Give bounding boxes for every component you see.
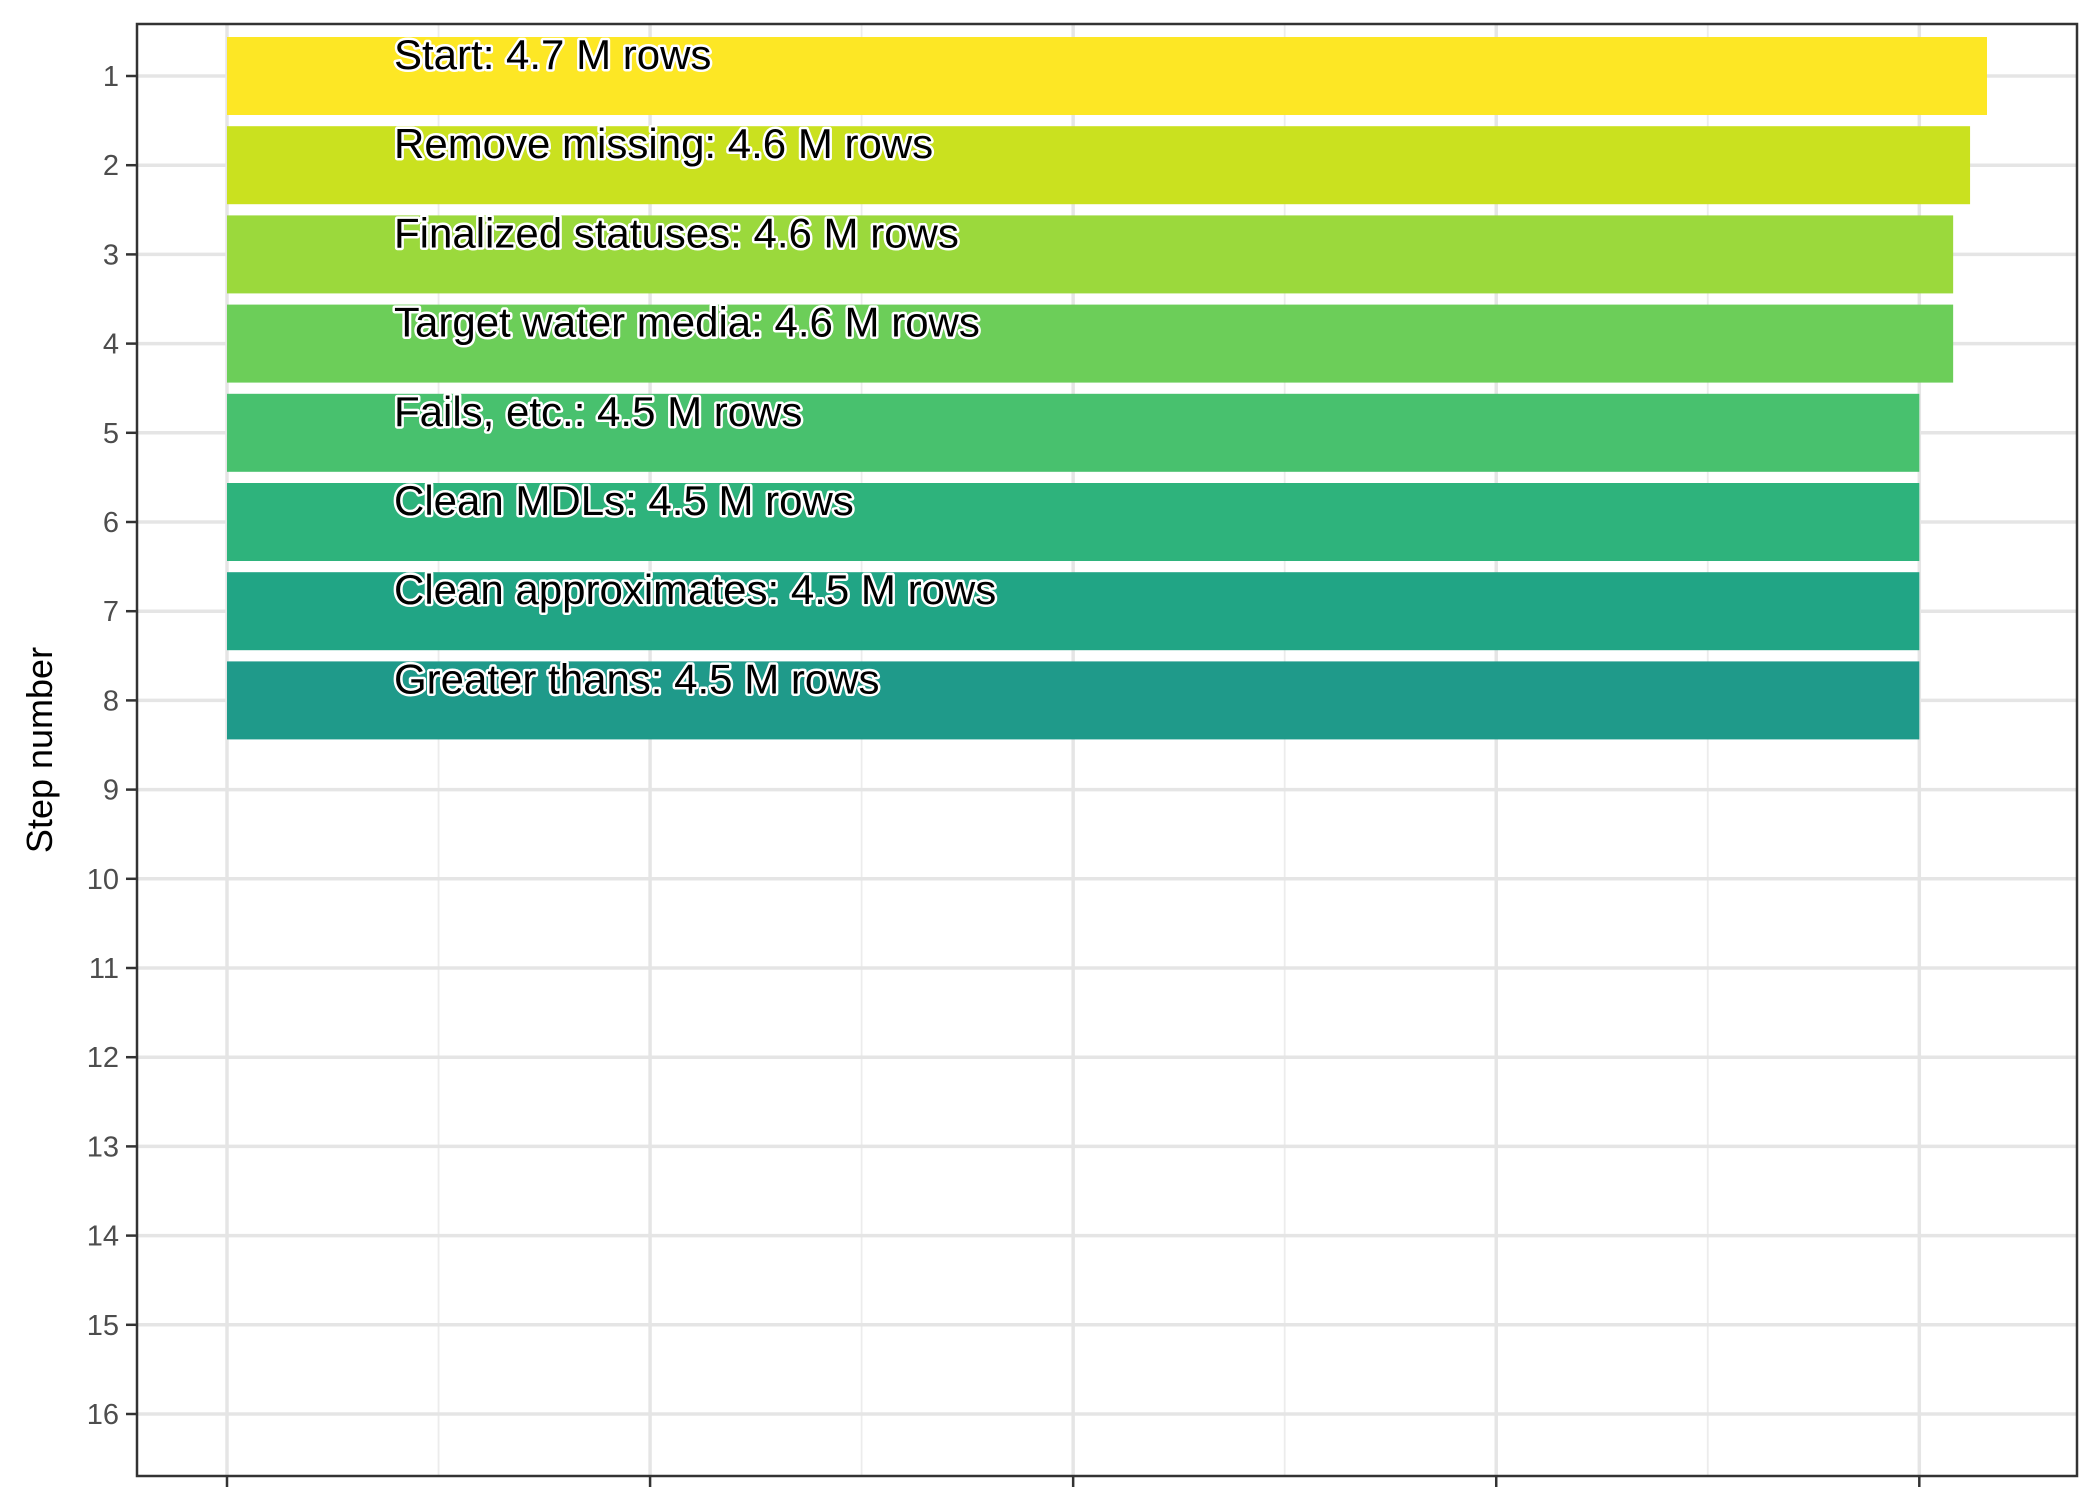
- y-tick-label: 13: [87, 1131, 119, 1163]
- y-tick-label: 1: [103, 61, 119, 93]
- y-tick-label: 7: [103, 596, 119, 628]
- y-axis-ticks: 12345678910111213141516: [87, 61, 137, 1431]
- y-tick-label: 8: [103, 685, 119, 717]
- y-axis-title: Step number: [19, 647, 60, 853]
- bar-label-step-8: Greater thans: 4.5 M rows: [394, 655, 880, 702]
- y-tick-label: 16: [87, 1399, 119, 1431]
- y-tick-label: 10: [87, 864, 119, 896]
- bar-label-step-2: Remove missing: 4.6 M rows: [394, 120, 933, 167]
- bar-label-step-5: Fails, etc.: 4.5 M rows: [394, 388, 802, 435]
- x-axis-ticks: [225, 1476, 1921, 1487]
- bar-label-step-3: Finalized statuses: 4.6 M rows: [394, 209, 959, 256]
- y-tick-label: 2: [103, 150, 119, 182]
- y-tick-label: 6: [103, 507, 119, 539]
- bar-label-step-1: Start: 4.7 M rows: [394, 31, 711, 78]
- y-tick-label: 9: [103, 775, 119, 807]
- y-tick-label: 15: [87, 1310, 119, 1342]
- bar-label-step-7: Clean approximates: 4.5 M rows: [394, 566, 996, 613]
- y-tick-label: 5: [103, 418, 119, 450]
- y-tick-label: 11: [89, 953, 119, 985]
- bar-label-step-6: Clean MDLs: 4.5 M rows: [394, 477, 854, 524]
- bar-label-step-4: Target water media: 4.6 M rows: [394, 299, 980, 346]
- step-bar-chart: Start: 4.7 M rows Remove missing: 4.6 M r…: [19, 22, 2079, 1487]
- y-tick-label: 12: [87, 1042, 119, 1074]
- y-tick-label: 14: [87, 1221, 119, 1253]
- y-tick-label: 4: [103, 329, 119, 361]
- y-tick-label: 3: [103, 239, 119, 271]
